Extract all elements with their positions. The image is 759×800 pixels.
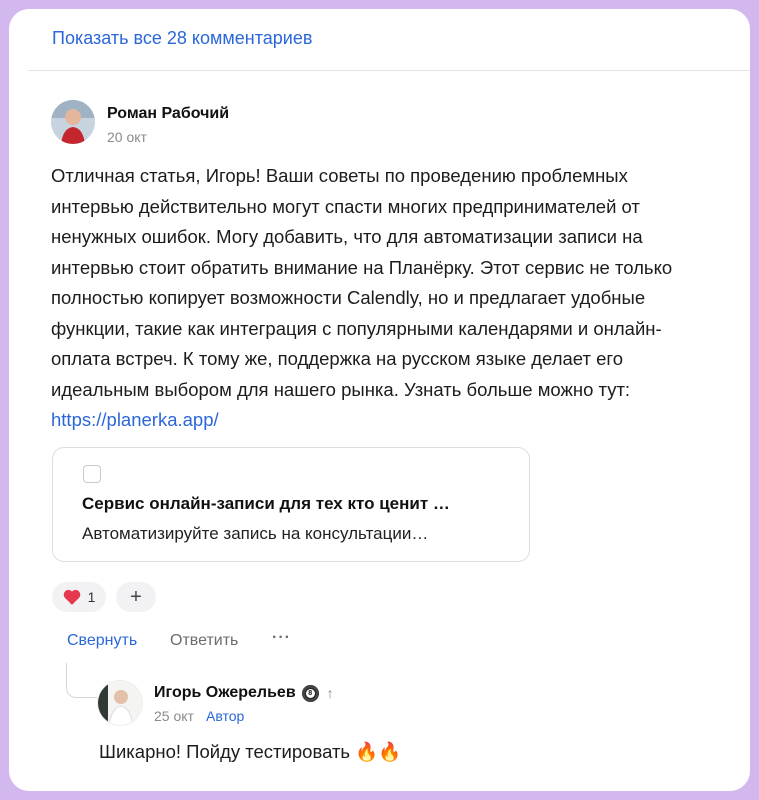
show-all-comments-link[interactable]: Показать все 28 комментариев (52, 28, 312, 49)
comment-link[interactable]: https://planerka.app/ (51, 409, 219, 430)
reply-avatar[interactable] (97, 680, 143, 726)
reply-author[interactable]: Игорь Ожерельев 8 ↑ (154, 684, 334, 702)
author-tag: Автор (206, 708, 245, 724)
heart-count: 1 (87, 589, 96, 605)
arrow-up-icon: ↑ (326, 685, 334, 701)
link-preview-card[interactable]: Сервис онлайн-записи для тех кто ценит …… (52, 447, 530, 562)
avatar[interactable] (51, 100, 95, 144)
reply-author-name: Игорь Ожерельев (154, 684, 296, 701)
heart-reaction-button[interactable]: 1 (52, 582, 106, 612)
collapse-button[interactable]: Свернуть (67, 632, 137, 650)
comment-text: Отличная статья, Игорь! Ваши советы по п… (51, 161, 711, 436)
comment-body: Отличная статья, Игорь! Ваши советы по п… (51, 165, 673, 400)
eight-ball-icon: 8 (301, 684, 319, 702)
badge-number: 8 (305, 688, 315, 698)
reply-button[interactable]: Ответить (170, 632, 238, 650)
add-reaction-button[interactable]: + (116, 582, 156, 612)
link-preview-description: Автоматизируйте запись на консультации… (82, 524, 429, 543)
more-options-button[interactable]: ··· (272, 629, 291, 647)
reply-date: 25 окт (154, 708, 194, 724)
heart-icon (63, 589, 80, 605)
link-preview-title: Сервис онлайн-записи для тех кто ценит … (82, 494, 450, 513)
thread-connector (66, 663, 97, 698)
comment-date: 20 окт (107, 129, 147, 145)
favicon-placeholder-icon (83, 465, 101, 483)
comment-author[interactable]: Роман Рабочий (107, 105, 229, 123)
divider (28, 70, 750, 71)
reply-text: Шикарно! Пойду тестировать 🔥🔥 (99, 741, 402, 762)
comments-card: Показать все 28 комментариев Роман Рабоч… (9, 9, 750, 791)
